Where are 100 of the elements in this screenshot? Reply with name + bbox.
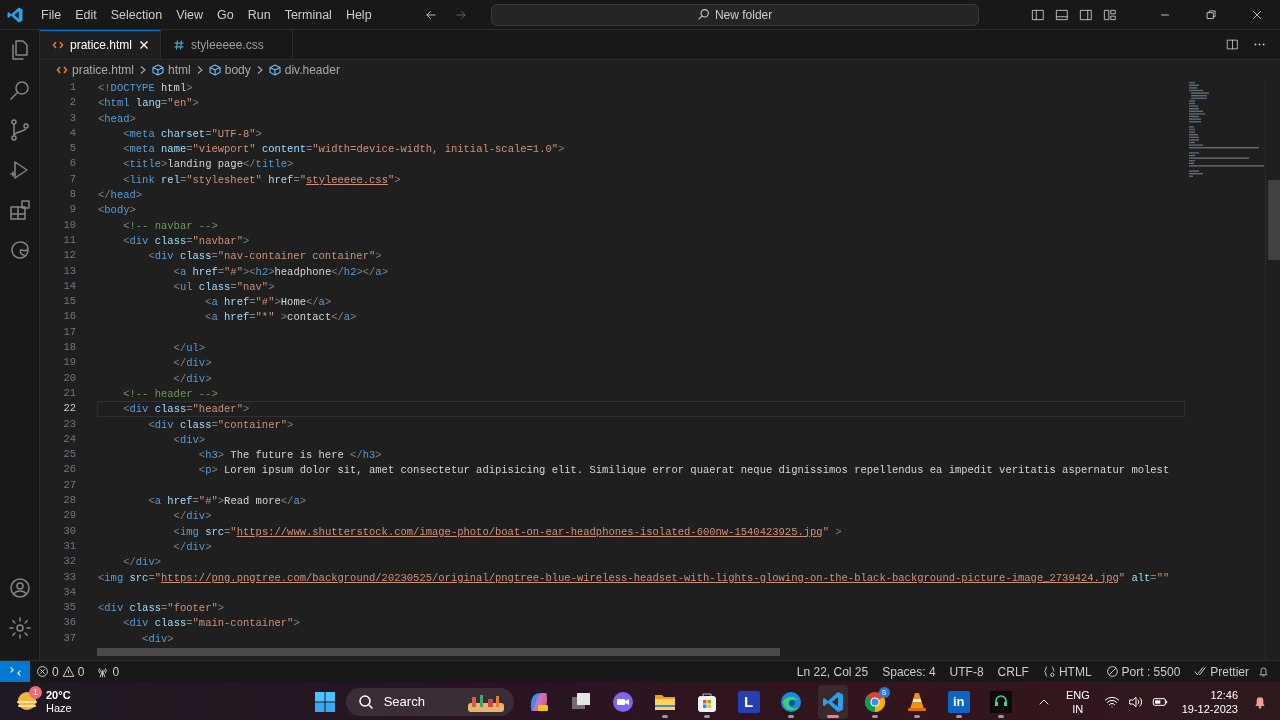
panel-layout-icon[interactable] xyxy=(1055,7,1069,22)
clock[interactable]: 12:46 19-12-2023 xyxy=(1181,687,1238,716)
code-line: </div> xyxy=(172,356,213,371)
line-number: 16 xyxy=(62,309,77,325)
search-icon xyxy=(357,693,374,710)
windows-start-icon[interactable] xyxy=(313,690,336,713)
running-indicator xyxy=(787,714,794,718)
command-center[interactable]: New folder xyxy=(490,3,979,26)
notifications-icon[interactable] xyxy=(1257,665,1270,678)
vscode-icon[interactable] xyxy=(820,689,845,714)
line-number: 32 xyxy=(62,554,77,570)
warning-count[interactable]: 0 xyxy=(77,664,85,679)
code-line: <div> xyxy=(172,432,207,448)
headset-app-icon[interactable] xyxy=(988,689,1013,714)
account-icon[interactable] xyxy=(7,576,32,600)
warning-icon[interactable] xyxy=(61,665,75,678)
menu-item[interactable]: Edit xyxy=(68,4,104,25)
line-ending-setting[interactable]: CRLF xyxy=(991,664,1035,679)
line-number: 18 xyxy=(62,340,77,356)
search-icon[interactable] xyxy=(7,78,32,102)
line-number: 19 xyxy=(62,355,77,371)
braces-icon xyxy=(1042,665,1056,678)
code-line: <meta charset="UTF-8"> xyxy=(122,126,263,142)
antenna-icon[interactable] xyxy=(96,665,110,678)
error-icon[interactable] xyxy=(36,665,49,678)
line-number: 20 xyxy=(62,370,77,386)
line-number: 6 xyxy=(68,156,77,172)
encoding-setting[interactable]: UTF-8 xyxy=(943,664,990,679)
customize-layout-icon[interactable] xyxy=(1103,7,1117,22)
secondary-sidebar-icon[interactable] xyxy=(1079,7,1093,22)
chrome-icon[interactable] xyxy=(862,689,887,714)
weather-condition[interactable]: Haze xyxy=(46,701,72,715)
line-number: 8 xyxy=(68,187,77,203)
code-line: </div> xyxy=(172,539,213,555)
temperature[interactable]: 20°C xyxy=(46,688,72,702)
code-line: <html lang="en"> xyxy=(97,96,200,111)
editor-tab[interactable]: styleeeee.css xyxy=(161,30,293,59)
code-line: <div class="main-container"> xyxy=(122,616,301,631)
running-indicator xyxy=(871,714,878,718)
menu-item[interactable]: File xyxy=(34,4,69,25)
scrollbar-thumb[interactable] xyxy=(1268,180,1280,260)
restore-icon[interactable] xyxy=(1204,7,1218,22)
line-number: 33 xyxy=(62,569,77,585)
edge-icon[interactable] xyxy=(778,689,803,714)
line-number: 5 xyxy=(68,141,77,157)
code-line: </div> xyxy=(172,509,213,524)
line-number: 37 xyxy=(62,630,77,646)
language-mode[interactable]: HTML xyxy=(1036,664,1098,679)
line-number: 13 xyxy=(62,263,77,279)
breadcrumb-item[interactable]: body xyxy=(224,63,251,77)
running-indicator xyxy=(913,714,920,718)
code-line: </head> xyxy=(97,188,144,203)
code-line: <link rel="stylesheet" href="styleeeee.css"> xyxy=(122,172,402,188)
breadcrumb-item[interactable]: html xyxy=(168,63,191,77)
line-number: 2 xyxy=(68,95,77,111)
settings-icon[interactable] xyxy=(7,616,32,640)
taskbar-search[interactable]: Search xyxy=(345,687,514,716)
cube-icon xyxy=(208,64,221,76)
menu-item[interactable]: Terminal xyxy=(277,4,339,25)
breadcrumb-item[interactable]: div.header xyxy=(284,63,340,77)
code-line: <title>landing page</title> xyxy=(122,157,295,172)
error-count[interactable]: 0 xyxy=(52,664,59,679)
menu-item[interactable]: Run xyxy=(240,4,278,25)
code-line: <h3> The future is here </h3> xyxy=(197,448,383,463)
editor-tab[interactable]: pratice.html xyxy=(40,30,162,59)
ports-count[interactable]: 0 xyxy=(112,664,120,679)
line-number: 25 xyxy=(62,447,77,463)
input-language[interactable]: ENG IN xyxy=(1065,687,1090,716)
line-number: 34 xyxy=(62,584,77,600)
no-entry-icon xyxy=(1105,665,1119,678)
code-line: <div class="footer"> xyxy=(97,601,226,616)
breadcrumb-item[interactable]: pratice.html xyxy=(72,63,135,77)
cube-icon xyxy=(152,64,165,76)
linkedin-icon[interactable]: in xyxy=(947,690,970,713)
split-editor-icon[interactable] xyxy=(1226,38,1239,51)
close-icon[interactable] xyxy=(138,39,151,51)
video-camera-icon[interactable] xyxy=(610,689,635,714)
line-number: 12 xyxy=(62,248,77,264)
sidebar-layout-icon[interactable] xyxy=(1031,7,1045,22)
menu-item[interactable]: View xyxy=(169,4,210,25)
cursor-position[interactable]: Ln 22, Col 25 xyxy=(790,664,875,679)
menu-item[interactable]: Selection xyxy=(103,4,170,25)
line-number: 21 xyxy=(62,385,77,401)
scrollbar-thumb[interactable] xyxy=(97,648,780,656)
extensions-icon[interactable] xyxy=(7,198,32,222)
prettier-status[interactable]: Prettier xyxy=(1188,664,1255,679)
code-line: <meta name="viewport" content="width=device-width, initial-scale=1.0"> xyxy=(122,142,566,157)
indentation-setting[interactable]: Spaces: 4 xyxy=(876,664,942,679)
menu-item[interactable]: Help xyxy=(338,4,379,25)
code-line: <a href="#">Home</a> xyxy=(204,295,333,310)
app-icon[interactable]: L xyxy=(737,690,760,713)
live-server-port[interactable]: Port : 5500 xyxy=(1099,664,1187,679)
line-number: 31 xyxy=(62,538,77,554)
code-line: </div> xyxy=(172,371,213,386)
menu-item[interactable]: Go xyxy=(210,4,241,25)
cube-icon xyxy=(268,64,281,76)
line-number: 29 xyxy=(62,508,77,524)
code-line: <body> xyxy=(97,203,137,218)
code-line: <p> Lorem ipsum dolor sit, amet consectetur adipisicing elit. Similique error quaerat neque dignissimos repellendus ea impedit veritatis aspernatur molest xyxy=(197,463,1171,478)
line-number: 15 xyxy=(62,294,77,310)
